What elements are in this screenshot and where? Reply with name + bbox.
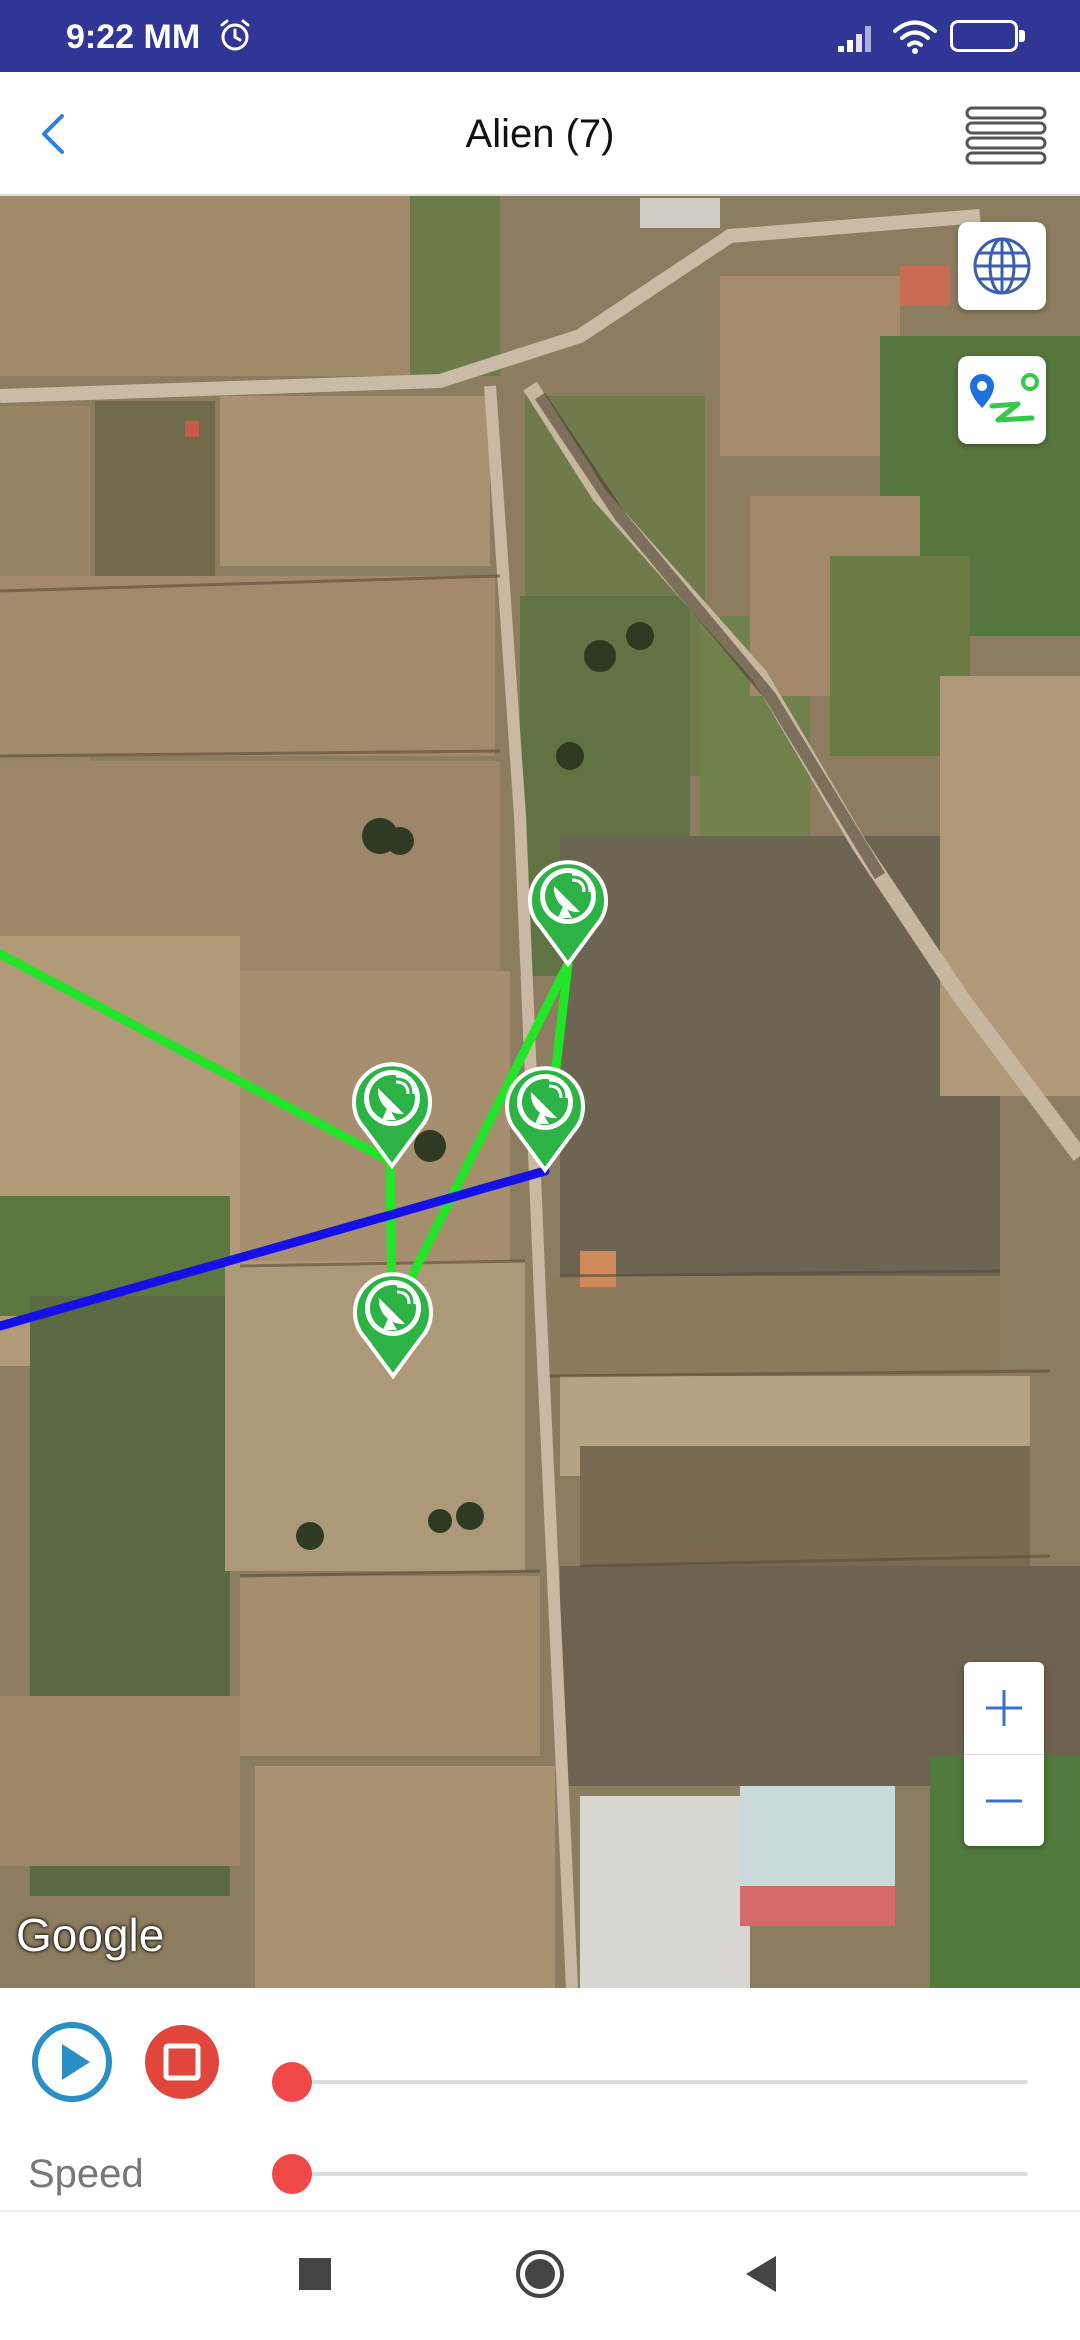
playback-controls: Speed — [0, 1988, 1080, 2210]
menu-button[interactable] — [964, 104, 1048, 168]
play-button[interactable] — [30, 2020, 114, 2104]
app-header: Alien (7) — [0, 72, 1080, 196]
google-attribution: Google — [16, 1909, 165, 1961]
map-layer-button[interactable] — [958, 222, 1046, 310]
minus-icon — [986, 1799, 1022, 1803]
slider-thumb[interactable] — [272, 2062, 312, 2102]
hamburger-menu-icon — [965, 106, 1047, 165]
zoom-in-button[interactable] — [964, 1662, 1044, 1754]
plus-icon — [986, 1690, 1022, 1726]
signal-icon — [838, 26, 871, 52]
route-track — [0, 949, 573, 1321]
route-overlay — [0, 860, 608, 1380]
speed-slider[interactable] — [272, 2154, 1028, 2194]
home-circle-icon[interactable] — [514, 2248, 566, 2300]
play-icon — [62, 2044, 90, 2080]
track-point-marker[interactable] — [528, 860, 608, 968]
back-triangle-icon[interactable] — [740, 2252, 782, 2296]
route-view-button[interactable] — [958, 356, 1046, 444]
playback-progress-slider[interactable] — [272, 2062, 1028, 2102]
recents-square-icon[interactable] — [299, 2258, 331, 2290]
alarm-icon — [220, 19, 250, 51]
status-time: 9:22 MM — [66, 18, 201, 56]
route-map-icon — [970, 373, 1039, 423]
zoom-out-button[interactable] — [964, 1754, 1044, 1847]
system-nav-bar — [0, 2210, 1080, 2340]
track-point-marker[interactable] — [353, 1272, 433, 1380]
slider-track — [292, 2172, 1028, 2176]
wifi-icon — [893, 20, 937, 54]
globe-icon — [973, 237, 1031, 295]
battery-tip — [1019, 30, 1025, 42]
route-connector — [0, 1166, 550, 1331]
battery-percent: 40 — [972, 25, 996, 47]
battery-icon: 40 — [950, 20, 1018, 52]
page-title: Alien (7) — [465, 112, 615, 156]
slider-track — [292, 2080, 1028, 2084]
status-bar: 9:22 MM 40 — [0, 0, 1080, 72]
zoom-controls — [964, 1662, 1044, 1846]
map-view[interactable]: Google — [0, 196, 1080, 1988]
track-point-marker[interactable] — [505, 1066, 585, 1174]
speed-label: Speed — [28, 2152, 144, 2196]
stop-button[interactable] — [144, 2024, 220, 2100]
slider-thumb[interactable] — [272, 2154, 312, 2194]
